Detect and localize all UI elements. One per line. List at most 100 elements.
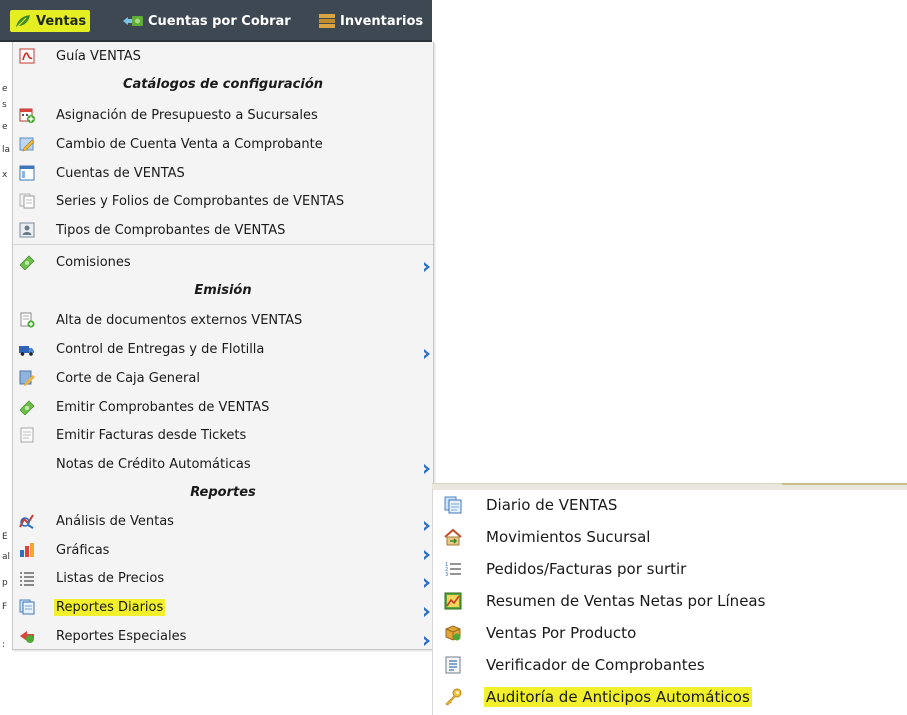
truck-icon xyxy=(19,341,35,357)
cash-icon xyxy=(19,399,35,416)
truncated-text: E xyxy=(2,532,8,542)
chevron-right-icon xyxy=(423,573,431,588)
submenu-item-verificador-comprobantes[interactable]: Verificador de Comprobantes xyxy=(432,649,907,681)
submenu-item-pedidos-facturas[interactable]: 123 Pedidos/Facturas por surtir xyxy=(432,553,907,585)
top-menu-bar: Ventas Cuentas por Cobrar Inventarios xyxy=(0,0,432,42)
pencil-document-icon xyxy=(19,370,35,386)
submenu-item-ventas-por-producto[interactable]: Ventas Por Producto xyxy=(432,617,907,649)
bar-chart-icon xyxy=(19,542,35,558)
chevron-right-icon xyxy=(423,459,431,474)
menu-item-label: Tipos de Comprobantes de VENTAS xyxy=(56,222,286,238)
submenu-item-label: Ventas Por Producto xyxy=(486,624,637,642)
special-report-icon xyxy=(19,628,35,644)
menu-item-label: Control de Entregas y de Flotilla xyxy=(56,341,265,357)
money-icon xyxy=(19,254,35,271)
menu-item-series-folios[interactable]: Series y Folios de Comprobantes de VENTA… xyxy=(13,187,433,215)
menu-tab-ventas[interactable]: Ventas xyxy=(10,10,91,32)
truncated-text: s xyxy=(2,100,7,110)
menu-item-label: Cuentas de VENTAS xyxy=(56,165,185,181)
menu-item-label: Gráficas xyxy=(56,542,110,558)
menu-item-analisis-ventas[interactable]: Análisis de Ventas xyxy=(13,507,433,535)
daily-report-icon xyxy=(19,599,35,615)
menu-tab-cuentas-por-cobrar[interactable]: Cuentas por Cobrar xyxy=(122,10,291,32)
document-add-icon xyxy=(19,312,35,328)
calendar-plus-icon xyxy=(19,107,35,123)
receipt-icon xyxy=(19,427,35,443)
menu-item-tipos-comprobantes[interactable]: Tipos de Comprobantes de VENTAS xyxy=(13,216,433,244)
submenu-item-movimientos-sucursal[interactable]: Movimientos Sucursal xyxy=(432,521,907,553)
submenu-item-diario-ventas[interactable]: Diario de VENTAS xyxy=(432,489,907,521)
menu-item-reportes-diarios[interactable]: Reportes Diarios xyxy=(13,593,433,621)
chevron-right-icon xyxy=(423,631,431,646)
menu-item-label: Emitir Comprobantes de VENTAS xyxy=(56,399,270,415)
menu-item-corte-caja[interactable]: Corte de Caja General xyxy=(13,364,433,392)
boxes-icon xyxy=(318,13,336,29)
chevron-right-icon xyxy=(423,344,431,359)
ventas-dropdown-menu: Guía VENTAS Catálogos de configuración A… xyxy=(12,42,434,650)
menu-item-alta-documentos[interactable]: Alta de documentos externos VENTAS xyxy=(13,306,433,334)
submenu-top-edge-accent xyxy=(782,483,907,485)
menu-item-comisiones[interactable]: Comisiones xyxy=(13,248,433,276)
menu-item-label: Listas de Precios xyxy=(56,570,165,586)
section-header-emision: Emisión xyxy=(194,283,252,298)
chevron-right-icon xyxy=(423,545,431,560)
menu-tab-label: Cuentas por Cobrar xyxy=(148,13,291,29)
edit-document-icon xyxy=(19,136,35,152)
menu-tab-label: Ventas xyxy=(36,13,87,29)
menu-item-emitir-comprobantes[interactable]: Emitir Comprobantes de VENTAS xyxy=(13,393,433,421)
numbered-list-icon: 123 xyxy=(444,560,462,578)
background-page-edge: e s e la x E al p F : xyxy=(0,42,12,662)
reportes-diarios-submenu: Diario de VENTAS Movimientos Sucursal 12… xyxy=(432,483,907,715)
menu-item-control-entregas[interactable]: Control de Entregas y de Flotilla xyxy=(13,335,433,363)
highlight-mark: Auditoría de Anticipos Automáticos xyxy=(484,687,752,707)
submenu-item-label: Verificador de Comprobantes xyxy=(486,656,705,674)
submenu-item-auditoria-anticipos[interactable]: Auditoría de Anticipos Automáticos xyxy=(432,681,907,713)
money-arrow-icon xyxy=(122,14,144,28)
submenu-item-label: Diario de VENTAS xyxy=(486,496,618,514)
submenu-item-resumen-ventas-netas[interactable]: Resumen de Ventas Netas por Líneas xyxy=(432,585,907,617)
menu-item-label: Reportes Especiales xyxy=(56,628,187,644)
menu-item-graficas[interactable]: Gráficas xyxy=(13,536,433,564)
menu-item-asignacion-presupuesto[interactable]: Asignación de Presupuesto a Sucursales xyxy=(13,101,433,129)
menu-item-label: Guía VENTAS xyxy=(56,48,141,64)
key-icon xyxy=(444,688,462,706)
svg-text:3: 3 xyxy=(445,572,448,578)
submenu-item-label: Auditoría de Anticipos Automáticos xyxy=(484,687,752,707)
menu-item-label: Corte de Caja General xyxy=(56,370,200,386)
list-icon xyxy=(19,570,35,586)
truncated-text: F xyxy=(2,602,8,612)
menu-tab-label: Inventarios xyxy=(340,13,424,29)
menu-item-label: Comisiones xyxy=(56,254,131,270)
chevron-right-icon xyxy=(423,257,431,272)
truncated-text: e xyxy=(2,122,8,132)
menu-item-listas-precios[interactable]: Listas de Precios xyxy=(13,564,433,592)
menu-item-emitir-facturas-tickets[interactable]: Emitir Facturas desde Tickets xyxy=(13,421,433,449)
submenu-item-label: Pedidos/Facturas por surtir xyxy=(486,560,687,578)
line-chart-icon xyxy=(444,592,462,610)
menu-item-notas-credito[interactable]: Notas de Crédito Automáticas xyxy=(13,450,433,478)
truncated-text: e xyxy=(2,84,8,94)
menu-item-cuentas-ventas[interactable]: Cuentas de VENTAS xyxy=(13,159,433,187)
leaf-icon xyxy=(14,13,32,29)
menu-tab-inventarios[interactable]: Inventarios xyxy=(318,10,423,32)
analysis-icon xyxy=(19,513,35,529)
menu-item-label: Notas de Crédito Automáticas xyxy=(56,456,251,472)
menu-item-cambio-cuenta[interactable]: Cambio de Cuenta Venta a Comprobante xyxy=(13,130,433,158)
product-box-icon xyxy=(444,624,462,642)
menu-item-label: Emitir Facturas desde Tickets xyxy=(56,427,247,443)
checklist-icon xyxy=(444,656,462,674)
menu-item-label: Análisis de Ventas xyxy=(56,513,174,529)
truncated-text: al xyxy=(2,552,11,562)
daily-report-icon xyxy=(444,496,462,514)
menu-item-reportes-especiales[interactable]: Reportes Especiales xyxy=(13,622,433,650)
submenu-item-label: Movimientos Sucursal xyxy=(486,528,651,546)
menu-item-label: Alta de documentos externos VENTAS xyxy=(56,312,303,328)
menu-item-label: Reportes Diarios xyxy=(54,598,166,616)
truncated-text: x xyxy=(2,170,8,180)
window-icon xyxy=(19,165,35,181)
section-header-reportes: Reportes xyxy=(190,485,256,500)
truncated-text: p xyxy=(2,578,8,588)
section-header-catalogos: Catálogos de configuración xyxy=(122,77,324,92)
menu-item-guia-ventas[interactable]: Guía VENTAS xyxy=(13,42,433,70)
menu-item-label: Cambio de Cuenta Venta a Comprobante xyxy=(56,136,323,152)
